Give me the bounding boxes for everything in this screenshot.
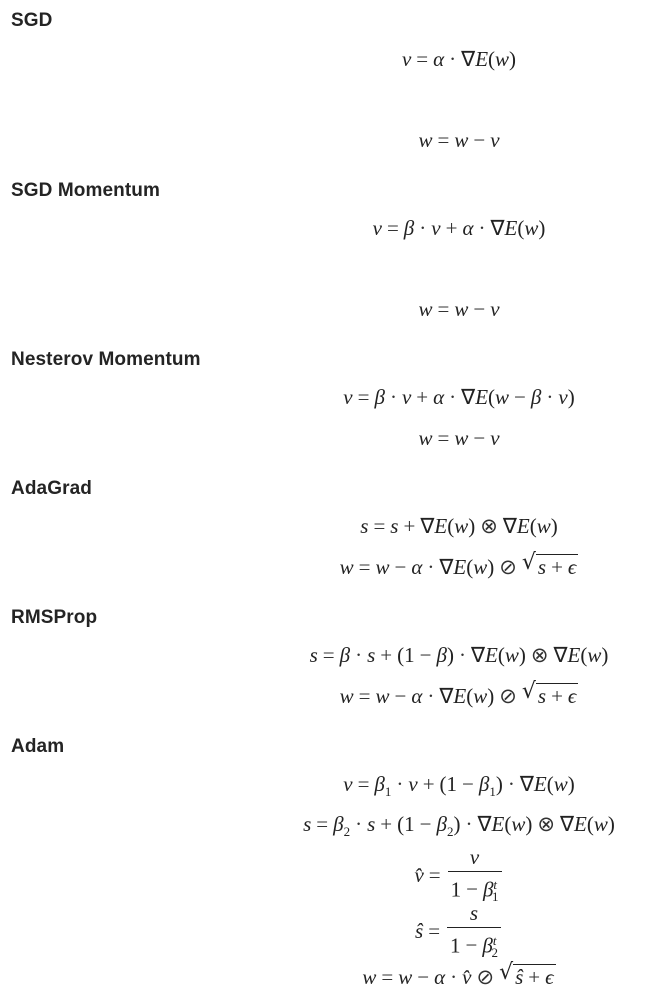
section-heading-nesterov: Nesterov Momentum — [11, 349, 201, 370]
sqrt-symbol: √ ŝ + ϵ — [499, 960, 556, 989]
section-heading-adam: Adam — [11, 736, 65, 757]
equation-momentum-update: w = w − v — [418, 297, 500, 321]
equation-nesterov-update: w = w − v — [418, 426, 500, 450]
equation-momentum-velocity: v = β · v + α · ∇E(w) — [372, 216, 546, 240]
equation-adam-v-hat: v̂ = v 1− βt1 — [0, 846, 649, 908]
section-heading-rmsprop: RMSProp — [11, 607, 98, 628]
equation-rmsprop-update: w = w − α · ∇E(w) ⊘ √ s + ϵ — [339, 679, 579, 708]
equation-nesterov-velocity: v = β · v + α · ∇E(w − β · v) — [343, 385, 575, 409]
equation-sgd-velocity: v = α · ∇E(w) — [401, 47, 517, 71]
sqrt-symbol: √ s + ϵ — [521, 679, 579, 708]
equation-sgd-update: w = w − v — [418, 128, 500, 152]
equation-rmsprop-accumulator: s = β · s + (1− β) · ∇E(w) ⊗ ∇E(w) — [309, 643, 609, 667]
equation-adam-first-moment: v = β1 · v + (1− β1) · ∇E(w) — [343, 772, 575, 799]
equation-adam-s-hat: ŝ = s 1− βt2 — [0, 902, 649, 964]
fraction: s 1− βt2 — [447, 902, 501, 964]
equation-adam-second-moment: s = β2 · s + (1− β2) · ∇E(w) ⊗ ∇E(w) — [303, 812, 615, 839]
section-heading-sgd: SGD — [11, 10, 53, 31]
section-heading-adagrad: AdaGrad — [11, 478, 92, 499]
equation-adagrad-update: w = w − α · ∇E(w) ⊘ √ s + ϵ — [339, 550, 579, 579]
sqrt-symbol: √ s + ϵ — [521, 550, 579, 579]
equation-adagrad-accumulator: s = s + ∇E(w) ⊗ ∇E(w) — [360, 514, 558, 538]
equation-adam-update: w = w − α · v̂ ⊘ √ ŝ + ϵ — [362, 960, 556, 989]
fraction: v 1− βt1 — [447, 846, 502, 908]
section-heading-sgd-momentum: SGD Momentum — [11, 180, 160, 201]
